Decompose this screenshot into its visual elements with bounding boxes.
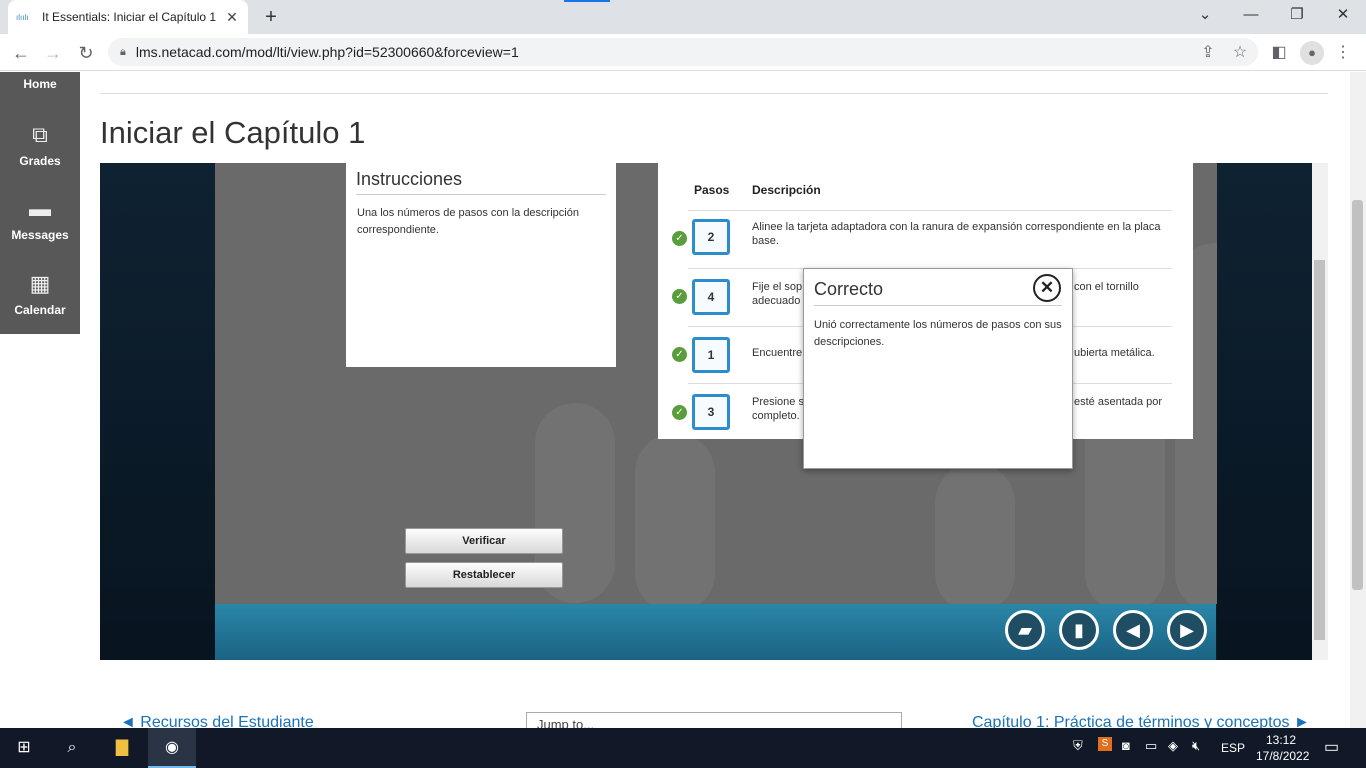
- step-description-right: esté asentada por: [1074, 396, 1163, 408]
- notifications-icon[interactable]: ▭: [1324, 737, 1339, 757]
- profile-avatar[interactable]: ●: [1300, 41, 1324, 65]
- step-number-box[interactable]: 3: [692, 394, 730, 430]
- step-number-box[interactable]: 2: [692, 219, 730, 255]
- bookmark-icon[interactable]: ▮: [1059, 610, 1099, 650]
- comment-icon[interactable]: ▰: [1005, 610, 1045, 650]
- feedback-modal: Correcto ✕ Unió correctamente los número…: [803, 268, 1073, 469]
- page-scrollbar-thumb[interactable]: [1352, 200, 1363, 590]
- modal-text: Unió correctamente los números de pasos …: [814, 319, 1062, 348]
- file-explorer-icon[interactable]: ▇: [98, 728, 146, 768]
- app-tray-icon[interactable]: S: [1098, 737, 1112, 751]
- close-window-icon[interactable]: ✕: [1320, 0, 1366, 34]
- step-description: Alinee la tarjeta adaptadora con la ranu…: [752, 221, 1161, 247]
- taskbar: [0, 728, 1366, 768]
- sidebar-item-label: Grades: [19, 154, 61, 168]
- sidebar-item-label: Home: [23, 77, 57, 91]
- calendar-icon: ▦: [29, 271, 51, 296]
- instructions-panel: Instrucciones Una los números de pasos c…: [346, 163, 616, 367]
- description-fragment: Presione s: [752, 396, 804, 408]
- verify-button[interactable]: Verificar: [405, 528, 563, 554]
- check-icon: ✓: [672, 347, 687, 362]
- divider: [100, 93, 1328, 94]
- tab-title: It Essentials: Iniciar el Capítulo 1: [42, 10, 217, 24]
- sidebar-item-home[interactable]: Home: [0, 77, 80, 91]
- close-icon[interactable]: ✕: [1033, 274, 1061, 302]
- search-icon[interactable]: ⌕: [48, 728, 96, 768]
- chrome-icon[interactable]: ◉: [148, 728, 196, 768]
- clock-time: 13:12: [1265, 733, 1297, 747]
- activity-frame: Instrucciones Una los números de pasos c…: [100, 163, 1328, 660]
- frame-left-panel: [100, 163, 215, 660]
- frame-right-panel: [1217, 163, 1312, 660]
- windows-start-icon[interactable]: ⊞: [0, 728, 48, 768]
- reload-icon[interactable]: ↻: [73, 40, 99, 66]
- next-icon[interactable]: ▶: [1167, 610, 1207, 650]
- restore-icon[interactable]: ❐: [1274, 0, 1320, 34]
- minimize-icon[interactable]: —: [1228, 0, 1274, 34]
- clock[interactable]: 13:12 17/8/2022: [1256, 732, 1310, 764]
- modal-title: Correcto: [814, 279, 1062, 306]
- frame-scrollbar-thumb[interactable]: [1314, 260, 1325, 640]
- sidebar-item-label: Calendar: [14, 303, 66, 317]
- new-tab-icon[interactable]: +: [258, 4, 284, 30]
- menu-icon[interactable]: ⋮: [1330, 40, 1356, 66]
- check-icon: ✓: [672, 405, 687, 420]
- sidebar-item-calendar[interactable]: ▦ Calendar: [0, 271, 80, 317]
- close-tab-icon[interactable]: ✕: [224, 9, 240, 26]
- description-fragment: Fije el sop: [752, 281, 803, 293]
- instructions-title: Instrucciones: [356, 169, 606, 195]
- meet-icon[interactable]: ◙: [1122, 738, 1130, 753]
- language-indicator[interactable]: ESP: [1221, 741, 1245, 755]
- column-header-steps: Pasos: [694, 183, 730, 197]
- activity-canvas: Instrucciones Una los números de pasos c…: [215, 163, 1217, 604]
- tab-search-icon[interactable]: ⌄: [1182, 0, 1228, 34]
- reset-button[interactable]: Restablecer: [405, 562, 563, 588]
- cisco-favicon-icon: ılıılı: [16, 12, 29, 22]
- grades-icon: ⧉: [32, 122, 48, 147]
- side-panel-icon[interactable]: ◧: [1266, 40, 1292, 66]
- step-number-box[interactable]: 4: [692, 279, 730, 315]
- sidebar-item-label: Messages: [11, 228, 69, 242]
- column-header-description: Descripción: [752, 183, 821, 197]
- check-icon: ✓: [672, 289, 687, 304]
- bookmark-star-icon[interactable]: ☆: [1227, 40, 1253, 66]
- sidebar-item-messages[interactable]: ▬ Messages: [0, 196, 80, 242]
- clock-date: 17/8/2022: [1256, 749, 1310, 763]
- share-icon[interactable]: ⇪: [1195, 40, 1221, 66]
- instructions-text: Una los números de pasos con la descripc…: [357, 207, 579, 236]
- check-icon: ✓: [672, 231, 687, 246]
- wifi-icon[interactable]: ◈: [1168, 738, 1178, 754]
- step-number-box[interactable]: 1: [692, 337, 730, 373]
- step-description-right: con el tornillo: [1074, 281, 1139, 293]
- network-icon[interactable]: ▭: [1145, 738, 1157, 754]
- forward-icon[interactable]: →: [40, 40, 66, 66]
- table-row: ✓ 2 Alinee la tarjeta adaptadora con la …: [672, 210, 1172, 268]
- lock-icon: 🔒︎: [120, 45, 126, 58]
- tab-indicator: [564, 0, 610, 2]
- description-fragment: adecuado: [752, 295, 801, 307]
- url-text: lms.netacad.com/mod/lti/view.php?id=5230…: [135, 44, 519, 60]
- previous-icon[interactable]: ◀: [1113, 610, 1153, 650]
- browser-tab[interactable]: ılıılı It Essentials: Iniciar el Capítul…: [8, 0, 248, 34]
- page-title: Iniciar el Capítulo 1: [100, 115, 366, 150]
- step-description-right: ubierta metálica.: [1074, 347, 1155, 359]
- back-icon[interactable]: ←: [8, 40, 34, 66]
- sidebar-item-grades[interactable]: ⧉ Grades: [0, 122, 80, 168]
- address-bar[interactable]: 🔒︎ lms.netacad.com/mod/lti/view.php?id=5…: [108, 38, 1258, 66]
- description-fragment: completo.: [752, 410, 800, 422]
- volume-muted-icon[interactable]: 🔇︎: [1192, 738, 1200, 754]
- security-icon[interactable]: ⛨: [1073, 738, 1083, 754]
- messages-icon: ▬: [29, 196, 51, 221]
